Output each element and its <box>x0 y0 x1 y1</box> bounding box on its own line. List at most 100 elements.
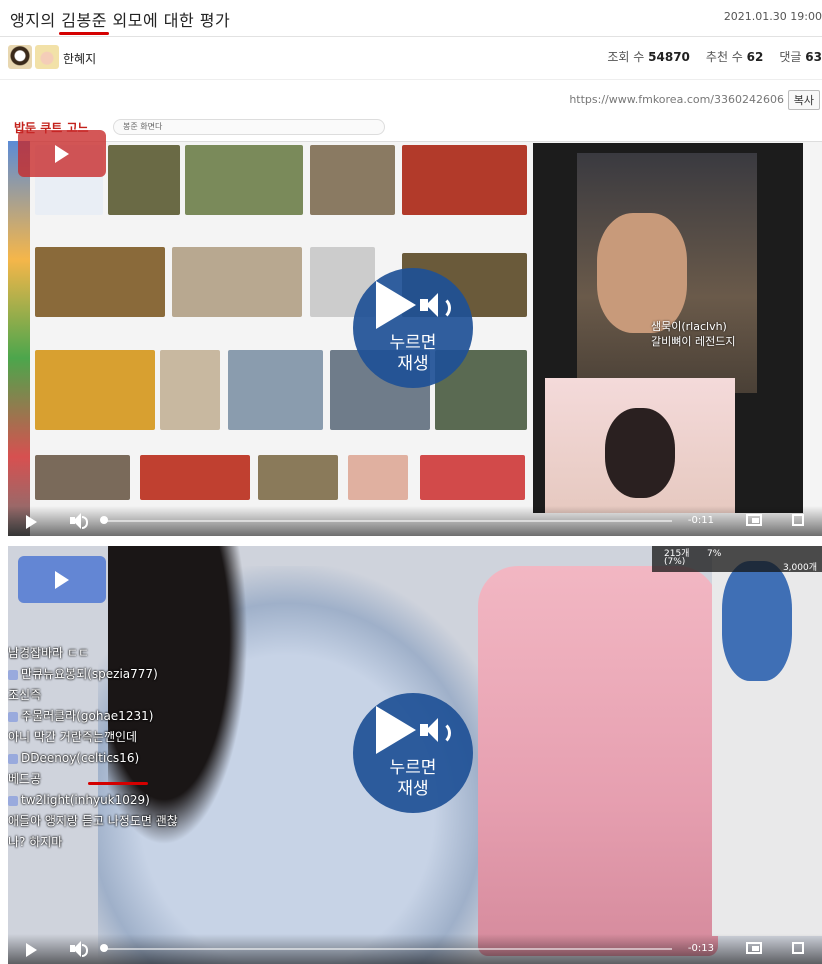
post-url[interactable]: https://www.fmkorea.com/3360242606 <box>569 93 784 106</box>
likes-label: 추천 수 <box>705 50 743 64</box>
chat-line: 나? 하지마 <box>8 835 63 849</box>
speaker-icon <box>420 715 451 745</box>
streamer-pip <box>545 378 735 513</box>
post-date: 2021.01.30 19:00 <box>723 10 822 23</box>
video2-center-play-button[interactable]: 누르면 재생 <box>353 693 473 813</box>
video2-play-label: 누르면 재생 <box>389 758 437 799</box>
thumbnail <box>420 455 525 500</box>
volume-icon[interactable] <box>70 941 88 957</box>
thumbnail <box>35 455 130 500</box>
chat-line: 애들아 앵지랑 듣고 나정도면 괜찮 <box>8 814 178 828</box>
likes-count: 62 <box>746 50 764 64</box>
video2-chat-overlay: 남경잡바라 ㄷㄷ 만큐뉴요봉되(spezia777) 조신즉 주물러클라(goh… <box>8 646 228 856</box>
red-underline-annotation <box>88 782 148 785</box>
thumbnail <box>35 247 165 317</box>
chat-user: 만큐뉴요봉되(spezia777) <box>21 667 158 681</box>
thumbnail <box>108 145 180 215</box>
views-count: 54870 <box>648 50 690 64</box>
video1-time: -0:11 <box>687 515 714 526</box>
user-icon <box>8 753 18 764</box>
thumbnail <box>185 145 303 215</box>
video2-play-badge[interactable] <box>18 556 106 603</box>
views-label: 조회 수 <box>607 50 645 64</box>
video2-controls: -0:13 <box>8 934 822 964</box>
chat-user: 주물러클라(gohae1231) <box>21 709 154 723</box>
chat-line: tw2light(inhyuk1029) <box>8 793 228 808</box>
post-title: 앵지의 김봉준 외모에 대한 평가 <box>10 7 230 31</box>
video1-play-badge[interactable] <box>18 130 106 177</box>
chat-line: 만큐뉴요봉되(spezia777) <box>8 667 228 682</box>
fullscreen-icon[interactable] <box>792 942 804 954</box>
thumbnail <box>172 247 302 317</box>
thumbnail <box>402 145 527 215</box>
play-icon <box>376 706 416 754</box>
pip-icon[interactable] <box>746 514 762 526</box>
post-stats: 조회 수 54870 추천 수 62 댓글 63 <box>607 48 822 65</box>
video-player-1[interactable]: 밥둔 쿠트 고느 봉준 화면다 샘묵이(rlaclvh) 갈비뼈이 레전드지 누… <box>8 113 822 536</box>
fullscreen-icon[interactable] <box>792 514 804 526</box>
author-name[interactable]: 한혜지 <box>63 50 96 67</box>
user-icon <box>8 711 18 722</box>
video2-seek-knob[interactable] <box>100 944 108 952</box>
webcam-frame <box>577 153 757 393</box>
comments-stat[interactable]: 댓글 63 <box>779 48 822 65</box>
pip-icon[interactable] <box>746 942 762 954</box>
thumbnail <box>258 455 338 500</box>
comments-count: 63 <box>805 50 822 64</box>
video2-pct-badge: 7% <box>707 549 722 559</box>
speaker-icon <box>420 290 451 320</box>
user-icon <box>8 669 18 680</box>
thumbnail <box>310 145 395 215</box>
thumbnail <box>228 350 323 430</box>
user-icon <box>8 795 18 806</box>
video2-time: -0:13 <box>687 943 714 954</box>
thumbnail <box>140 455 250 500</box>
chat-line: 조신즉 <box>8 688 42 702</box>
views-stat: 조회 수 54870 <box>607 48 690 65</box>
play-icon[interactable] <box>26 515 37 529</box>
video1-search-text: 봉준 화면다 <box>123 122 163 131</box>
avatar-group <box>8 45 59 69</box>
video2-stream-overlay: 215개 (7%) 7% 3,000개 <box>652 546 822 573</box>
volume-icon[interactable] <box>70 513 88 529</box>
video1-center-play-button[interactable]: 누르면 재생 <box>353 268 473 388</box>
chat-line: 아니 막간 거란즉는깬인데 <box>8 730 138 744</box>
title-part2: 외모에 대한 평가 <box>106 11 231 30</box>
play-icon <box>55 144 69 163</box>
play-icon <box>376 281 416 329</box>
chat-line: 남경잡바라 ㄷㄷ <box>8 646 90 660</box>
likes-stat: 추천 수 62 <box>706 48 763 65</box>
video1-chat-name: 샘묵이(rlaclvh) <box>651 320 727 333</box>
streamer-figure <box>605 408 675 498</box>
video1-seek-bar[interactable] <box>103 520 672 522</box>
video2-counter-right: 3,000개 <box>782 563 817 573</box>
title-highlight: 김봉준 <box>61 11 107 30</box>
thumbnail <box>160 350 220 430</box>
video1-play-label: 누르면 재생 <box>389 333 437 374</box>
chat-user: tw2light(inhyuk1029) <box>21 793 150 807</box>
thumbnail <box>35 350 155 430</box>
video2-counter-pct: (7%) <box>664 557 686 567</box>
chat-line: 주물러클라(gohae1231) <box>8 709 228 724</box>
video1-controls: -0:11 <box>8 506 822 536</box>
avatar[interactable] <box>35 45 59 69</box>
title-part1: 앵지의 <box>10 11 62 30</box>
play-icon <box>55 570 69 589</box>
gaming-chair <box>478 566 718 956</box>
chat-user: DDeenoy(celtics16) <box>21 751 140 765</box>
video1-stream-panel: 샘묵이(rlaclvh) 갈비뼈이 레전드지 <box>533 143 803 513</box>
author-row: 한혜지 조회 수 54870 추천 수 62 댓글 63 <box>0 37 822 80</box>
video1-seek-knob[interactable] <box>100 516 108 524</box>
video2-seek-bar[interactable] <box>103 948 672 950</box>
copy-url-button[interactable]: 복사 <box>787 90 820 110</box>
chat-line: DDeenoy(celtics16) <box>8 751 228 766</box>
comments-label: 댓글 <box>779 50 802 64</box>
video-player-2[interactable]: 215개 (7%) 7% 3,000개 남경잡바라 ㄷㄷ 만큐뉴요봉되(spez… <box>8 546 822 964</box>
streamer-face <box>597 213 687 333</box>
play-icon[interactable] <box>26 943 37 957</box>
thumbnail <box>348 455 408 500</box>
url-row: https://www.fmkorea.com/3360242606 복사 <box>0 90 822 110</box>
video1-browser-bar: 밥둔 쿠트 고느 봉준 화면다 <box>8 113 822 142</box>
video1-desktop-icons <box>8 141 30 536</box>
plush-toy <box>722 561 792 681</box>
